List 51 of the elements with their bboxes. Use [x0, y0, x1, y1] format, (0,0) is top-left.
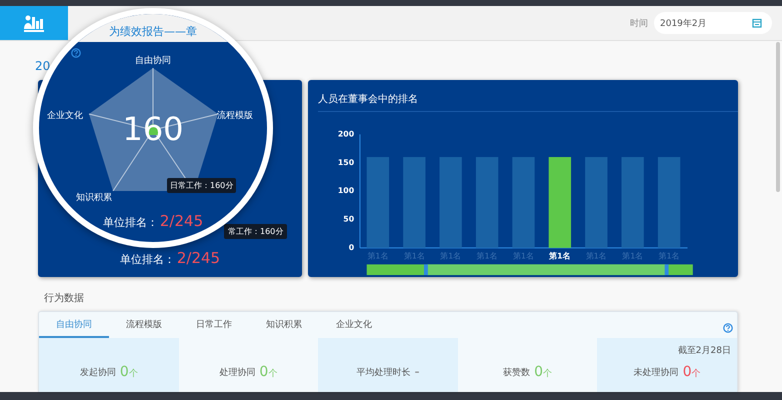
- stat-label: 获赞数: [503, 366, 530, 378]
- axis-label: 自由协同: [135, 54, 171, 67]
- category-label: 第1名: [622, 252, 644, 261]
- help-icon[interactable]: [723, 323, 733, 333]
- tab[interactable]: 流程模版: [109, 312, 179, 338]
- section-title: 行为数据: [44, 292, 84, 305]
- unit-rank: 单位排名：2/245: [120, 249, 220, 267]
- date-note: 截至2月28日: [678, 344, 731, 357]
- y-tick-label: 50: [343, 214, 355, 224]
- app-logo[interactable]: [0, 6, 68, 40]
- calendar-icon: [752, 18, 762, 28]
- axis-label: 知识积累: [76, 192, 112, 204]
- chart-tooltip: 日常工作：160分: [167, 178, 236, 193]
- stat-value: 0个: [682, 364, 701, 380]
- tab[interactable]: 知识积累: [249, 312, 319, 338]
- category-label: 第1名: [658, 252, 680, 261]
- page-title: 为绩效报告——章: [109, 24, 197, 39]
- category-label: 第1名: [367, 252, 388, 261]
- stat-value: 0个: [534, 364, 552, 380]
- stat-label: 发起协同: [80, 366, 116, 378]
- card-title: 人员在董事会中的排名: [318, 92, 738, 112]
- year-heading: 20: [35, 58, 50, 75]
- category-label: 第1名: [476, 252, 498, 261]
- tab[interactable]: 日常工作: [179, 312, 249, 338]
- stat-value: -: [414, 364, 420, 380]
- category-label: 第1名: [440, 252, 462, 261]
- date-field[interactable]: 2019年2月: [654, 12, 772, 34]
- y-tick-label: 150: [338, 158, 355, 167]
- chart-person-icon: [23, 13, 45, 33]
- y-axis: 0 50 100 150 200: [338, 129, 360, 252]
- category-label: 第1名: [404, 252, 425, 261]
- stat-label: 平均处理时长: [356, 366, 410, 378]
- category-label: 第1名: [549, 252, 571, 261]
- axis-label: 企业文化: [47, 110, 83, 122]
- tab[interactable]: 企业文化: [319, 312, 389, 338]
- help-icon[interactable]: [71, 48, 81, 58]
- unit-rank: 单位排名：2/245: [102, 211, 204, 230]
- y-tick-label: 100: [338, 186, 355, 196]
- stat-label: 未处理协同: [634, 366, 679, 378]
- chart-tooltip: 常工作：160分: [224, 224, 288, 239]
- axis-label: 流程模版: [217, 110, 253, 122]
- stat-label: 处理协同: [219, 366, 256, 378]
- category-label: 第1名: [513, 252, 534, 261]
- stat-value: 0个: [120, 364, 138, 380]
- scrollbar[interactable]: [776, 42, 780, 192]
- time-label: 时间: [630, 18, 648, 30]
- stat-value: 0个: [259, 364, 278, 380]
- y-tick-label: 0: [348, 242, 355, 252]
- category-label: 第1名: [586, 252, 607, 261]
- range-slider-drawing[interactable]: [366, 264, 693, 276]
- y-tick-label: 200: [338, 129, 355, 138]
